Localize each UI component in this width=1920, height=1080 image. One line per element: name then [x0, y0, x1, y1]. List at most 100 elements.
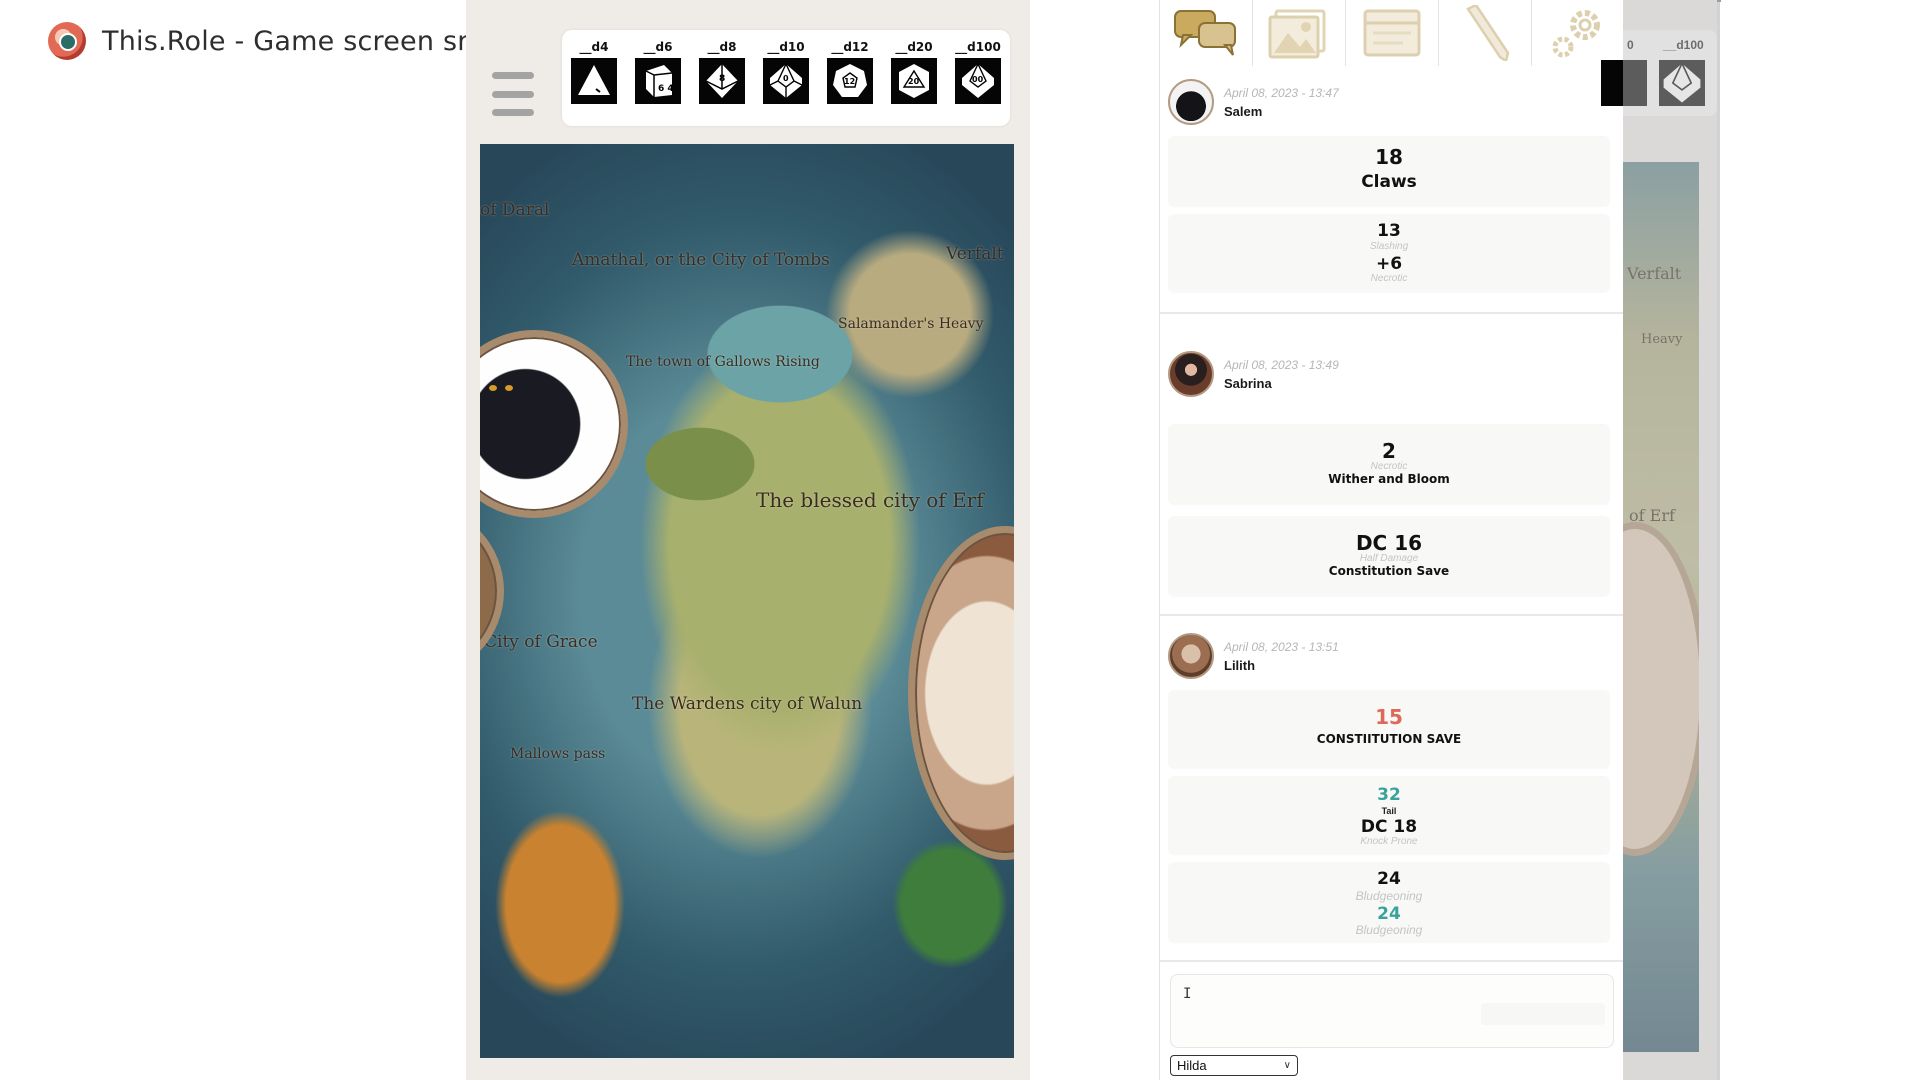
- send-button[interactable]: [1481, 1003, 1605, 1025]
- roll-result: 2 Necrotic Wither and Bloom: [1168, 424, 1610, 504]
- roll-result: 32 Tail DC 18 Knock Prone: [1168, 776, 1610, 854]
- die-label: __d4: [579, 40, 609, 54]
- die-label: __d100: [955, 40, 1001, 54]
- message-username: Lilith: [1224, 657, 1256, 673]
- save-effect: Half Damage: [1359, 553, 1419, 564]
- chat-message: April 08, 2023 - 13:47 Salem 18 Claws 13…: [1160, 66, 1624, 314]
- d100-icon: 00: [955, 58, 1001, 104]
- text-cursor: I: [1183, 986, 1192, 1002]
- app-logo-icon: [48, 22, 86, 60]
- dice-toolbar: __d4 __d6 6 4 __d8 8 __d10 0 __d12 12 __…: [562, 30, 1010, 126]
- damage-type: Necrotic: [1370, 273, 1408, 285]
- message-timestamp: April 08, 2023 - 13:49: [1224, 357, 1339, 372]
- svg-text:6 4: 6 4: [658, 84, 674, 94]
- roll-value: DC 18: [1360, 816, 1418, 837]
- map-label: of Daral: [480, 200, 550, 220]
- world-map[interactable]: of Daral Amathal, or the City of Tombs V…: [480, 144, 1014, 1058]
- damage-type: Bludgeoning: [1355, 923, 1423, 938]
- chat-input[interactable]: I: [1170, 974, 1614, 1048]
- map-label: Verfalt: [946, 244, 1004, 264]
- map-label: Mallows pass: [510, 746, 606, 762]
- roll-value: +6: [1375, 253, 1403, 274]
- d12-icon: 12: [827, 58, 873, 104]
- character-select[interactable]: Hilda ∨: [1170, 1055, 1298, 1076]
- roll-value: 18: [1375, 145, 1403, 169]
- map-screen: __d4 __d6 6 4 __d8 8 __d10 0 __d12 12 __…: [466, 0, 1030, 1080]
- die-d20-button[interactable]: __d20 20: [887, 40, 941, 104]
- roll-value: 13: [1377, 221, 1401, 241]
- roll-name: Claws: [1361, 172, 1417, 192]
- roll-value: DC 16: [1355, 531, 1423, 555]
- message-username: Sabrina: [1224, 375, 1272, 391]
- die-d12-button[interactable]: __d12 12: [823, 40, 877, 104]
- character-token[interactable]: [908, 526, 1014, 860]
- roll-result: 24 Bludgeoning 24 Bludgeoning: [1168, 862, 1610, 942]
- divider: [1717, 0, 1721, 2]
- tab-notes[interactable]: [1439, 0, 1532, 66]
- chevron-down-icon: ∨: [1283, 1060, 1291, 1071]
- chat-screen: April 08, 2023 - 13:47 Salem 18 Claws 13…: [1159, 0, 1624, 1080]
- die-icon[interactable]: [1601, 60, 1647, 106]
- die-label: __d8: [707, 40, 737, 54]
- pencil-icon: [1466, 5, 1510, 61]
- d100-icon[interactable]: [1659, 60, 1705, 106]
- roll-caption: Wither and Bloom: [1328, 472, 1450, 486]
- character-token-salem[interactable]: [480, 330, 628, 518]
- avatar[interactable]: [1168, 351, 1214, 397]
- message-header: April 08, 2023 - 13:51 Lilith: [1168, 630, 1610, 682]
- die-label: 0: [1627, 38, 1634, 52]
- die-d8-button[interactable]: __d8 8: [695, 40, 749, 104]
- die-d6-button[interactable]: __d6 6 4: [631, 40, 685, 104]
- roll-result: 18 Claws: [1168, 136, 1610, 206]
- die-label: __d6: [643, 40, 673, 54]
- message-list[interactable]: April 08, 2023 - 13:47 Salem 18 Claws 13…: [1160, 66, 1624, 962]
- die-d10-button[interactable]: __d10 0: [759, 40, 813, 104]
- partial-map-screen: 0 __d100 Verfalt Heavy of Erf: [1601, 0, 1717, 1080]
- damage-type: Slashing: [1369, 240, 1409, 252]
- map-label: The Wardens city of Walun: [632, 694, 863, 714]
- d20-icon: 20: [891, 58, 937, 104]
- die-d100-button[interactable]: __d100 00: [951, 40, 1005, 104]
- character-token[interactable]: [1623, 522, 1699, 856]
- roll-value: 2: [1382, 439, 1396, 463]
- d8-icon: 8: [699, 58, 745, 104]
- tab-chat[interactable]: [1160, 0, 1253, 66]
- map-label: Amathal, or the City of Tombs: [572, 250, 830, 270]
- message-header: April 08, 2023 - 13:49 Sabrina: [1168, 348, 1610, 400]
- svg-text:00: 00: [972, 75, 984, 84]
- partial-world-map[interactable]: Verfalt Heavy of Erf: [1623, 162, 1699, 1052]
- character-select-value: Hilda: [1177, 1058, 1207, 1073]
- hamburger-menu-icon[interactable]: [492, 72, 534, 118]
- roll-value: 24: [1377, 903, 1401, 924]
- tab-bar: [1160, 0, 1624, 66]
- cards-icon: [1363, 9, 1421, 57]
- die-label: __d20: [895, 40, 933, 54]
- avatar[interactable]: [1168, 79, 1214, 125]
- map-label: Heavy: [1641, 332, 1683, 347]
- message-username: Salem: [1224, 103, 1263, 119]
- tab-cards[interactable]: [1346, 0, 1439, 66]
- die-label: __d10: [767, 40, 805, 54]
- message-timestamp: April 08, 2023 - 13:47: [1224, 85, 1339, 100]
- roll-value: 24: [1377, 869, 1401, 889]
- map-label: City of Grace: [484, 632, 598, 652]
- die-d4-button[interactable]: __d4: [567, 40, 621, 104]
- roll-result: 13 Slashing +6 Necrotic: [1168, 214, 1610, 292]
- partial-dice-toolbar: 0 __d100: [1601, 30, 1717, 116]
- message-timestamp: April 08, 2023 - 13:51: [1224, 639, 1339, 654]
- roll-caption: Constitution Save: [1328, 564, 1450, 578]
- svg-text:20: 20: [908, 77, 920, 86]
- app-title: This.Role - Game screen sm: [102, 25, 484, 57]
- tab-settings[interactable]: [1532, 0, 1624, 66]
- damage-type: Bludgeoning: [1355, 888, 1423, 903]
- roll-caption: CONSTIITUTION SAVE: [1316, 732, 1462, 746]
- d6-icon: 6 4: [635, 58, 681, 104]
- d4-icon: [571, 58, 617, 104]
- die-label: __d12: [831, 40, 869, 54]
- app-header: This.Role - Game screen sm: [48, 22, 484, 60]
- attack-name: Tail: [1381, 805, 1397, 816]
- tab-images[interactable]: [1253, 0, 1346, 66]
- damage-type: Necrotic: [1370, 461, 1408, 472]
- die-label: __d100: [1663, 38, 1704, 52]
- avatar[interactable]: [1168, 633, 1214, 679]
